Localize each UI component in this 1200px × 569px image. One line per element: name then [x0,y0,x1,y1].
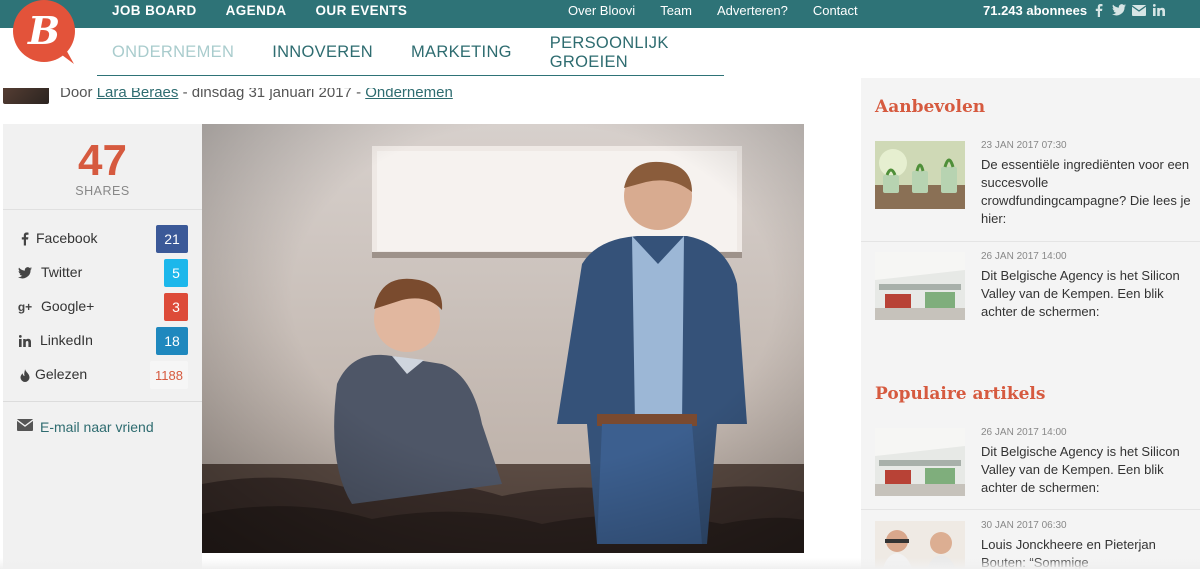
nav-our-events[interactable]: OUR EVENTS [316,3,408,18]
share-google-plus[interactable]: g+ Google+ 3 [3,293,202,321]
article-title[interactable]: Dit Belgische Agency is het Silicon Vall… [981,443,1191,497]
email-friend-label: E-mail naar vriend [40,419,154,435]
linkedin-icon[interactable] [1152,3,1166,17]
article-thumbnail[interactable] [875,252,965,320]
category-persoonlijk-groeien[interactable]: PERSOONLIJK GROEIEN [550,34,724,72]
nav-contact[interactable]: Contact [813,3,858,18]
top-social-links [1092,1,1166,19]
popular-article-1[interactable]: 26 JAN 2017 14:00 Dit Belgische Agency i… [861,427,1200,508]
flame-icon [17,367,33,383]
article-date: 26 JAN 2017 14:00 [981,251,1067,262]
top-bar: JOB BOARD AGENDA OUR EVENTS Over Bloovi … [0,0,1200,28]
nav-agenda[interactable]: AGENDA [226,3,287,18]
share-count: 47 [78,136,127,185]
share-linkedin-label: LinkedIn [40,332,93,348]
article-date: 26 JAN 2017 14:00 [981,427,1067,438]
share-google-plus-label: Google+ [41,298,95,314]
recommended-article-1[interactable]: 23 JAN 2017 07:30 De essentiële ingredië… [861,140,1200,241]
twitter-icon [17,265,33,281]
email-friend-link[interactable]: E-mail naar vriend [16,418,154,436]
article-title[interactable]: Dit Belgische Agency is het Silicon Vall… [981,267,1191,321]
divider [861,509,1200,510]
share-facebook-count: 21 [156,225,188,253]
share-label: SHARES [75,184,130,198]
divider [3,401,202,402]
category-nav: ONDERNEMEN INNOVEREN MARKETING PERSOONLI… [97,30,724,76]
facebook-icon [17,231,33,247]
logo-letter: B [27,8,60,53]
nav-team[interactable]: Team [660,3,692,18]
share-panel: 47 SHARES Facebook 21 Twitter 5 g+ Googl… [3,124,202,569]
share-twitter[interactable]: Twitter 5 [3,259,202,287]
twitter-icon[interactable] [1112,3,1126,17]
facebook-icon[interactable] [1092,3,1106,17]
share-facebook-label: Facebook [36,230,98,246]
category-innoveren[interactable]: INNOVEREN [272,43,373,62]
header-overlap [0,76,850,88]
top-nav-main: JOB BOARD AGENDA OUR EVENTS [112,0,407,20]
sidebar: Aanbevolen 23 JAN 2017 07:30 De essentië… [861,78,1200,569]
share-linkedin[interactable]: LinkedIn 18 [3,327,202,355]
top-nav-secondary: Over Bloovi Team Adverteren? Contact [568,0,858,20]
share-facebook[interactable]: Facebook 21 [3,225,202,253]
nav-over-bloovi[interactable]: Over Bloovi [568,3,635,18]
read-count-value: 1188 [150,361,188,389]
google-plus-icon: g+ [17,300,33,314]
linkedin-icon [17,333,33,349]
article-thumbnail[interactable] [875,428,965,496]
bloovi-logo[interactable]: B [12,0,78,66]
page-bottom-shade [0,558,1200,569]
category-ondernemen[interactable]: ONDERNEMEN [112,43,234,62]
article-thumbnail[interactable] [875,141,965,209]
subscriber-count: 71.243 abonnees [983,2,1088,18]
share-twitter-label: Twitter [41,264,83,280]
article-title[interactable]: De essentiële ingrediënten voor een succ… [981,156,1191,228]
envelope-icon [16,418,34,436]
share-twitter-count: 5 [164,259,188,287]
article-hero-image [202,124,804,553]
nav-adverteren[interactable]: Adverteren? [717,3,788,18]
recommended-article-2[interactable]: 26 JAN 2017 14:00 Dit Belgische Agency i… [861,251,1200,352]
article-date: 30 JAN 2017 06:30 [981,520,1067,531]
popular-heading: Populaire artikels [875,384,1046,404]
category-marketing[interactable]: MARKETING [411,43,512,62]
read-count-row: Gelezen 1188 [3,361,202,389]
recommended-heading: Aanbevolen [875,97,986,117]
divider [3,209,202,210]
divider [861,241,1200,242]
email-icon[interactable] [1132,3,1146,17]
share-linkedin-count: 18 [156,327,188,355]
article-date: 23 JAN 2017 07:30 [981,140,1067,151]
share-google-plus-count: 3 [164,293,188,321]
read-count-label: Gelezen [35,366,88,382]
nav-job-board[interactable]: JOB BOARD [112,3,197,18]
